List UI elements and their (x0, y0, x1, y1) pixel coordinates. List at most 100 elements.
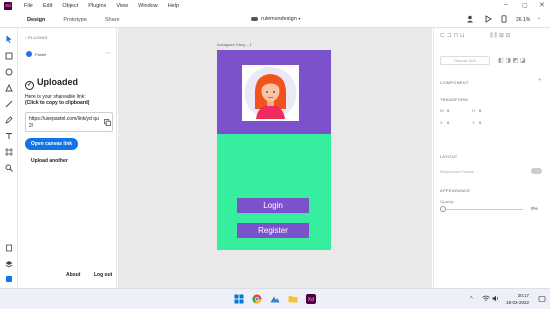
plugin-panel: ‹ PLUGINS Pastel ⋯ ✓ Uploaded Here is you… (19, 28, 117, 288)
taskbar: Xd ˄ 20:17 18-02-2022 (0, 288, 550, 309)
transform-label: TRANSFORM (440, 97, 469, 102)
cloud-icon (251, 16, 258, 21)
line-icon[interactable] (5, 100, 13, 108)
menu-help[interactable]: Help (168, 3, 179, 9)
share-link-url: https://usepastel.com/link/yd qu2/ (29, 116, 99, 129)
distribute-icons[interactable]: ⫼ ⫼ ⊞ ⊟ (490, 32, 511, 40)
zoom-icon[interactable] (5, 164, 13, 172)
zoom-level[interactable]: 26.1% (516, 17, 530, 23)
upload-another-button[interactable]: Upload another (31, 158, 68, 164)
avatar-illustration (244, 67, 297, 119)
open-canvas-link-button[interactable]: Open canvas link (25, 138, 78, 150)
toolbar: Design Prototype Share rulemsndesign ▾ 2… (0, 12, 550, 28)
mode-tabs: Design Prototype Share (27, 17, 138, 23)
tab-design[interactable]: Design (27, 17, 45, 23)
layout-label: LAYOUT (440, 154, 458, 159)
y-input[interactable]: 0 (479, 120, 481, 125)
menu-file[interactable]: File (24, 3, 33, 9)
about-link[interactable]: About (66, 272, 80, 278)
avatar[interactable] (242, 65, 299, 121)
artboard[interactable]: Login Register (217, 50, 331, 250)
minimize-icon[interactable]: – (504, 1, 508, 8)
register-button[interactable]: Register (237, 223, 309, 238)
width-input[interactable]: 0 (447, 108, 449, 113)
speaker-icon[interactable] (492, 295, 500, 302)
height-input[interactable]: 0 (479, 108, 481, 113)
opacity-slider[interactable] (443, 209, 523, 210)
x-label: X (440, 120, 443, 125)
opacity-label: Opacity (440, 199, 454, 204)
document-title[interactable]: rulemsndesign ▾ (251, 16, 300, 22)
rectangle-icon[interactable] (5, 52, 13, 60)
chrome-icon[interactable] (252, 294, 262, 304)
copy-icon[interactable] (104, 119, 111, 126)
header-section[interactable] (217, 50, 331, 134)
y-label: Y (472, 120, 475, 125)
x-input[interactable]: 0 (447, 120, 449, 125)
xd-logo: Xd (4, 2, 12, 10)
triangle-icon[interactable] (5, 84, 13, 92)
plugins-icon[interactable] (5, 275, 13, 283)
responsive-resize-toggle[interactable] (531, 168, 542, 174)
logout-link[interactable]: Log out (94, 272, 112, 278)
artboard-icon[interactable] (5, 148, 13, 156)
tab-prototype[interactable]: Prototype (63, 17, 87, 23)
wifi-icon[interactable] (482, 295, 490, 302)
pen-icon[interactable] (5, 116, 13, 124)
adobe-xd-taskbar-icon[interactable]: Xd (306, 294, 316, 304)
title-bar: Xd File Edit Object Plugins View Window … (0, 0, 550, 12)
text-icon[interactable] (5, 132, 13, 140)
photos-icon[interactable] (270, 294, 280, 304)
opacity-value[interactable]: 0% (531, 206, 538, 211)
chevron-up-icon[interactable]: ˄ (470, 295, 473, 301)
file-explorer-icon[interactable] (288, 294, 298, 304)
repeat-grid-button[interactable]: Repeat Grid (440, 56, 490, 65)
uploaded-heading: ✓ Uploaded (25, 77, 78, 90)
back-to-plugins[interactable]: ‹ PLUGINS (25, 35, 48, 40)
layers-icon[interactable] (5, 260, 13, 268)
chevron-down-icon[interactable]: ⌄ (537, 15, 541, 21)
svg-text:Xd: Xd (308, 297, 314, 303)
mobile-preview-icon[interactable] (500, 15, 508, 23)
add-component-icon[interactable]: + (538, 78, 542, 84)
check-circle-icon: ✓ (25, 81, 34, 90)
menu-plugins[interactable]: Plugins (88, 3, 106, 9)
menu-view[interactable]: View (116, 3, 128, 9)
menu-object[interactable]: Object (62, 3, 78, 9)
canvas[interactable]: Instagram Story – 1 Login Register (118, 28, 432, 288)
width-label: W (440, 108, 444, 113)
ellipse-icon[interactable] (5, 68, 13, 76)
select-icon[interactable] (5, 35, 13, 43)
component-label: COMPONENT (440, 80, 469, 85)
close-icon[interactable]: ✕ (539, 1, 545, 9)
pastel-icon (26, 51, 32, 57)
share-link-field[interactable]: https://usepastel.com/link/yd qu2/ (25, 112, 113, 132)
tab-share[interactable]: Share (105, 17, 120, 23)
clock-time: 20:17 (517, 293, 530, 298)
height-label: H (472, 108, 475, 113)
menu-window[interactable]: Window (138, 3, 158, 9)
play-icon[interactable] (484, 15, 492, 23)
boolean-icons[interactable]: ◧ ◨ ◩ ◪ (498, 57, 526, 64)
maximize-icon[interactable]: ▢ (522, 2, 528, 9)
responsive-resize-label: Responsive Resize (440, 169, 475, 174)
documents-icon[interactable] (5, 244, 13, 252)
uploaded-heading-text: Uploaded (37, 77, 79, 87)
appearance-label: APPEARANCE (440, 188, 471, 193)
system-clock[interactable]: 20:17 18-02-2022 (506, 292, 529, 306)
chevron-down-icon: ▾ (298, 16, 301, 21)
form-section[interactable]: Login Register (217, 134, 331, 250)
artboard-label[interactable]: Instagram Story – 1 (217, 42, 252, 47)
opacity-slider-handle[interactable] (440, 206, 446, 212)
user-icon[interactable] (466, 15, 474, 23)
menu-edit[interactable]: Edit (43, 3, 52, 9)
windows-start-icon[interactable] (234, 294, 244, 304)
more-icon[interactable]: ⋯ (105, 50, 111, 57)
copy-hint: (Click to copy to clipboard) (25, 100, 90, 106)
notifications-icon[interactable] (538, 295, 546, 303)
align-icons[interactable]: ⊏ ⊐ ⊓ ⊔ (440, 32, 464, 39)
clock-date: 18-02-2022 (506, 300, 530, 305)
login-button[interactable]: Login (237, 198, 309, 213)
plugin-name: Pastel (35, 52, 47, 57)
menu-bar: File Edit Object Plugins View Window Hel… (24, 3, 189, 9)
